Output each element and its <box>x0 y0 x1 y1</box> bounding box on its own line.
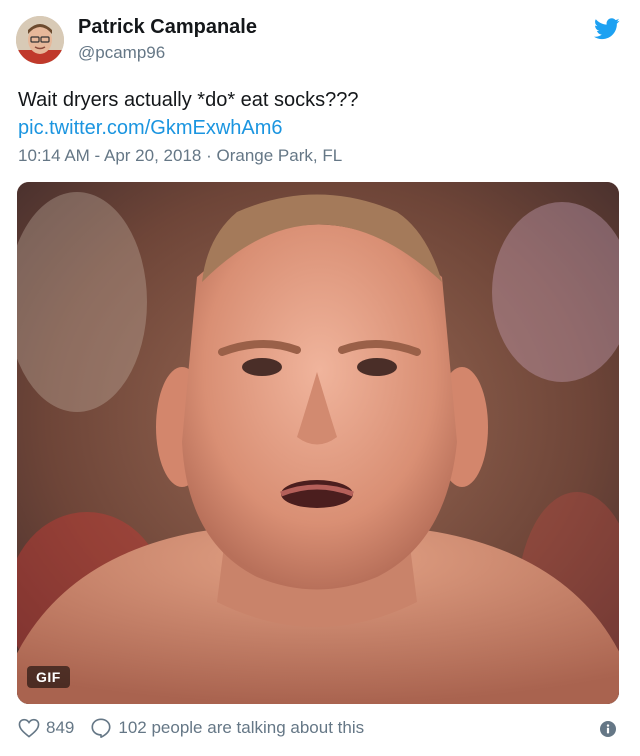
speech-bubble-icon[interactable] <box>90 717 112 739</box>
meta-separator: · <box>206 146 212 165</box>
media-link[interactable]: pic.twitter.com/GkmExwhAm6 <box>18 114 283 142</box>
author-handle[interactable]: @pcamp96 <box>78 43 165 63</box>
embedded-tweet: Patrick Campanale @pcamp96 Wait dryers a… <box>0 0 640 756</box>
timestamp[interactable]: 10:14 AM - Apr 20, 2018 <box>18 146 201 165</box>
location[interactable]: Orange Park, FL <box>217 146 343 165</box>
tweet-meta: 10:14 AM - Apr 20, 2018 · Orange Park, F… <box>18 146 342 166</box>
tweet-footer: 849 102 people are talking about this <box>18 714 364 742</box>
twitter-bird-icon[interactable] <box>594 18 620 40</box>
gif-media[interactable]: GIF <box>17 182 619 704</box>
like-count[interactable]: 849 <box>46 718 74 738</box>
author-name[interactable]: Patrick Campanale <box>78 16 257 39</box>
tweet-text: Wait dryers actually *do* eat socks??? <box>18 89 359 111</box>
info-icon[interactable] <box>600 721 616 737</box>
heart-icon[interactable] <box>18 718 40 738</box>
conversation-count[interactable]: 102 people are talking about this <box>118 718 364 738</box>
gif-frame-image <box>17 182 619 704</box>
avatar-image <box>16 16 64 64</box>
gif-badge: GIF <box>27 666 70 688</box>
avatar[interactable] <box>16 16 64 64</box>
